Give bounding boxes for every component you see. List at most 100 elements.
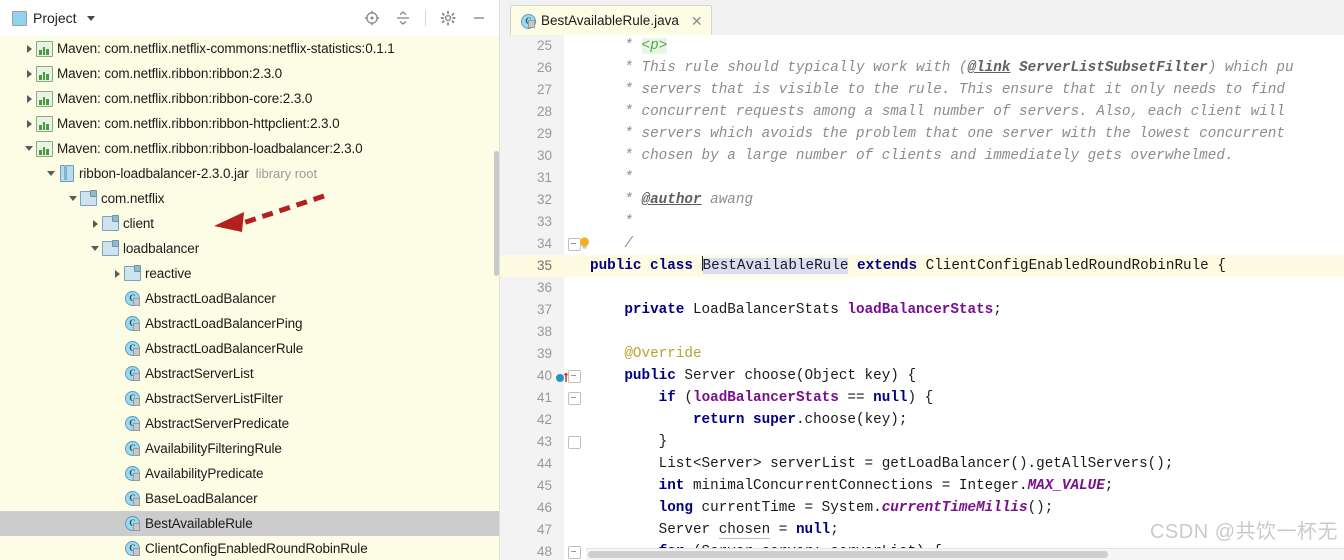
tree-row[interactable]: C AbstractLoadBalancer [0,286,500,311]
tree-row[interactable]: C AbstractServerList [0,361,500,386]
fold-marker[interactable] [568,436,581,449]
code-line[interactable]: 44 List<Server> serverList = getLoadBala… [500,453,1344,475]
tree-row-label: BaseLoadBalancer [145,491,258,506]
gear-icon[interactable] [439,9,457,27]
code-line[interactable]: 38 [500,321,1344,343]
maven-icon [36,115,53,132]
line-number: 36 [536,280,552,295]
package-icon [102,240,119,256]
project-panel-actions [363,9,492,27]
line-number: 43 [536,434,552,449]
code-lines[interactable]: 25 * <p> 26 * This rule should typically … [500,35,1344,560]
project-panel-title: Project [33,10,77,26]
chevron-right-icon[interactable] [22,117,36,131]
chevron-down-icon[interactable] [88,242,102,256]
chevron-right-icon[interactable] [88,217,102,231]
tree-row[interactable]: Maven: com.netflix.ribbon:ribbon-loadbal… [0,136,500,161]
toolbar-divider [425,10,426,26]
project-tree[interactable]: Maven: com.netflix.netflix-commons:netfl… [0,36,500,560]
tree-row[interactable]: Maven: com.netflix.netflix-commons:netfl… [0,36,500,61]
horizontal-scrollbar[interactable] [586,548,1344,560]
code-line[interactable]: 45 int minimalConcurrentConnections = In… [500,475,1344,497]
line-source: / [624,236,633,252]
class-icon: C [125,416,140,431]
code-line[interactable]: 29 * servers which avoids the problem th… [500,123,1344,145]
tree-row[interactable]: C BestAvailableRule [0,511,500,536]
code-line[interactable]: 47 Server chosen = null; [500,519,1344,541]
tree-row[interactable]: Maven: com.netflix.ribbon:ribbon-core:2.… [0,86,500,111]
code-line[interactable]: 31 * [500,167,1344,189]
line-number: 35 [536,258,552,273]
tree-row[interactable]: reactive [0,261,500,286]
tree-row[interactable]: C AbstractLoadBalancerPing [0,311,500,336]
chevron-down-icon[interactable] [66,192,80,206]
code-line[interactable]: 41 if (loadBalancerStats == null) { [500,387,1344,409]
code-line[interactable]: 25 * <p> [500,35,1344,57]
fold-marker[interactable] [568,546,581,559]
tree-row[interactable]: C AbstractServerListFilter [0,386,500,411]
code-line[interactable]: 26 * This rule should typically work wit… [500,57,1344,79]
tree-row[interactable]: Maven: com.netflix.ribbon:ribbon:2.3.0 [0,61,500,86]
code-line[interactable]: 32 * @author awang [500,189,1344,211]
chevron-right-icon[interactable] [22,67,36,81]
intention-bulb-icon[interactable] [578,236,591,251]
collapse-all-icon[interactable] [394,9,412,27]
tree-row-label: BestAvailableRule [145,516,253,531]
code-line[interactable]: 35 public class BestAvailableRule extends… [500,255,1344,277]
code-line[interactable]: 43 } [500,431,1344,453]
line-number: 30 [536,148,552,163]
code-line[interactable]: 37 private LoadBalancerStats loadBalance… [500,299,1344,321]
chevron-right-icon[interactable] [22,92,36,106]
chevron-down-icon[interactable] [22,142,36,156]
code-line[interactable]: 30 * chosen by a large number of clients… [500,145,1344,167]
jar-icon [59,165,74,182]
tree-row[interactable]: C AbstractServerPredicate [0,411,500,436]
line-number: 33 [536,214,552,229]
scrollbar-thumb[interactable] [588,551,1108,558]
tree-row-label: AbstractLoadBalancerRule [145,341,304,356]
code-line[interactable]: 33 * [500,211,1344,233]
minimize-icon[interactable] [470,9,488,27]
code-line[interactable]: 46 long currentTime = System.currentTime… [500,497,1344,519]
chevron-right-icon[interactable] [110,267,124,281]
code-line[interactable]: 40 public Server choose(Object key) { [500,365,1344,387]
editor-tab-bestavailablerule[interactable]: C BestAvailableRule.java ✕ [510,5,712,35]
tree-row[interactable]: Maven: com.netflix.ribbon:ribbon-httpcli… [0,111,500,136]
editor-tab-label: BestAvailableRule.java [541,13,679,28]
class-icon: C [125,541,140,556]
locate-icon[interactable] [363,9,381,27]
ide-window: Project Maven: com.netflix.netflix-commo… [0,0,1344,560]
close-icon[interactable]: ✕ [691,14,703,28]
tree-row-label: client [123,216,154,231]
override-marker-icon[interactable] [555,370,571,383]
tree-row[interactable]: C BaseLoadBalancer [0,486,500,511]
class-icon: C [125,366,140,381]
code-line[interactable]: 39 @Override [500,343,1344,365]
line-source: public class BestAvailableRule extends C… [590,256,1226,274]
line-source: return super.choose(key); [692,412,908,428]
code-line[interactable]: 34 / [500,233,1344,255]
code-line[interactable]: 36 [500,277,1344,299]
tree-row[interactable]: ribbon-loadbalancer-2.3.0.jar library roo… [0,161,500,186]
line-number: 37 [536,302,552,317]
project-panel-title-group[interactable]: Project [12,10,95,26]
line-number: 38 [536,324,552,339]
line-number: 31 [536,170,552,185]
tree-row[interactable]: client [0,211,500,236]
chevron-right-icon[interactable] [22,42,36,56]
tree-row[interactable]: com.netflix [0,186,500,211]
tree-row[interactable]: C AvailabilityFilteringRule [0,436,500,461]
chevron-down-icon[interactable] [44,167,58,181]
fold-marker[interactable] [568,392,581,405]
code-line[interactable]: 42 return super.choose(key); [500,409,1344,431]
code-line[interactable]: 28 * concurrent requests among a small n… [500,101,1344,123]
tree-row[interactable]: C ClientConfigEnabledRoundRobinRule [0,536,500,560]
line-source: long currentTime = System.currentTimeMil… [658,500,1054,516]
code-editor[interactable]: 25 * <p> 26 * This rule should typically … [500,35,1344,560]
chevron-down-icon[interactable] [86,15,95,21]
tree-row[interactable]: C AvailabilityPredicate [0,461,500,486]
code-line[interactable]: 27 * servers that is visible to the rule… [500,79,1344,101]
tree-row[interactable]: loadbalancer [0,236,500,261]
tree-row[interactable]: C AbstractLoadBalancerRule [0,336,500,361]
tree-row-label: Maven: com.netflix.ribbon:ribbon-httpcli… [57,116,340,131]
